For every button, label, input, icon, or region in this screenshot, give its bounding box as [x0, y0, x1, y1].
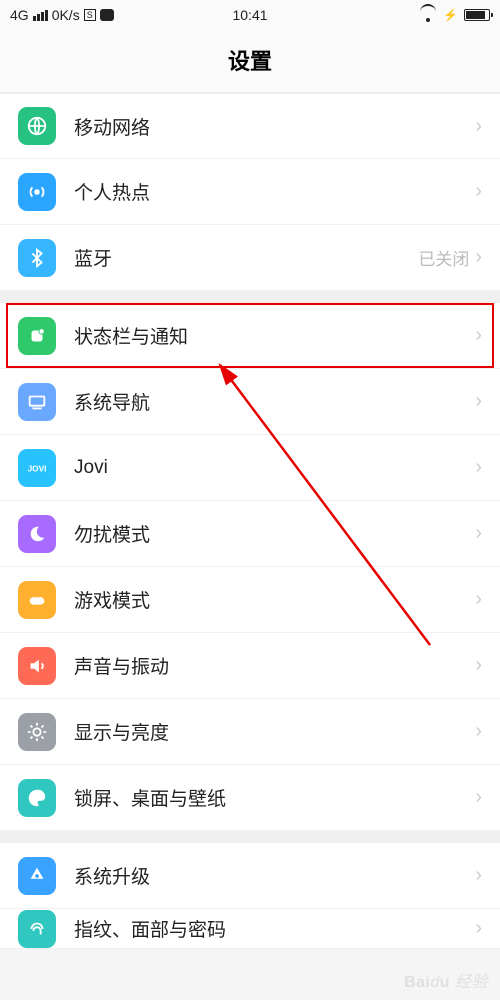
globe-icon — [18, 107, 56, 145]
speaker-icon — [18, 647, 56, 685]
brightness-icon — [18, 713, 56, 751]
chevron-right-icon: › — [475, 588, 482, 611]
nav-icon — [18, 383, 56, 421]
update-icon — [18, 857, 56, 895]
chevron-right-icon: › — [475, 246, 482, 269]
gamepad-icon — [18, 581, 56, 619]
message-icon — [100, 9, 114, 21]
jovi-icon: JOVI — [18, 449, 56, 487]
net-speed: 0K/s — [52, 7, 80, 23]
row-hotspot[interactable]: 个人热点 › — [0, 159, 500, 225]
row-label: 系统升级 — [74, 862, 475, 889]
row-label: 勿扰模式 — [74, 520, 475, 547]
status-bar: 4G 0K/s S 10:41 ⚡ — [0, 0, 500, 30]
sim-icon: S — [84, 9, 96, 21]
moon-icon — [18, 515, 56, 553]
row-label: 指纹、面部与密码 — [74, 915, 475, 942]
row-game-mode[interactable]: 游戏模式 › — [0, 567, 500, 633]
battery-charge-icon: ⚡ — [443, 8, 458, 22]
row-sound[interactable]: 声音与振动 › — [0, 633, 500, 699]
row-label: 声音与振动 — [74, 652, 475, 679]
group-separator — [0, 831, 500, 843]
chevron-right-icon: › — [475, 115, 482, 138]
palette-icon — [18, 779, 56, 817]
chevron-right-icon: › — [475, 864, 482, 887]
row-jovi[interactable]: JOVI Jovi › — [0, 435, 500, 501]
notification-icon — [18, 317, 56, 355]
row-label: 状态栏与通知 — [74, 322, 475, 349]
row-label: 锁屏、桌面与壁纸 — [74, 784, 475, 811]
wifi-icon — [419, 8, 437, 22]
bluetooth-icon — [18, 239, 56, 277]
row-fingerprint[interactable]: 指纹、面部与密码 › — [0, 909, 500, 949]
chevron-right-icon: › — [475, 180, 482, 203]
hotspot-icon — [18, 173, 56, 211]
page-title: 设置 — [0, 30, 500, 93]
row-label: 显示与亮度 — [74, 718, 475, 745]
chevron-right-icon: › — [475, 324, 482, 347]
row-system-nav[interactable]: 系统导航 › — [0, 369, 500, 435]
row-label: 系统导航 — [74, 388, 475, 415]
row-system-update[interactable]: 系统升级 › — [0, 843, 500, 909]
chevron-right-icon: › — [475, 522, 482, 545]
fingerprint-icon — [18, 910, 56, 948]
row-mobile-network[interactable]: 移动网络 › — [0, 93, 500, 159]
battery-icon — [464, 9, 490, 21]
watermark: Baidu Baidu 经验经验 — [404, 968, 488, 992]
network-type: 4G — [10, 7, 29, 23]
row-label: 个人热点 — [74, 178, 475, 205]
group-separator — [0, 291, 500, 303]
svg-text:JOVI: JOVI — [28, 464, 47, 473]
chevron-right-icon: › — [475, 654, 482, 677]
row-statusbar-notify[interactable]: 状态栏与通知 › — [0, 303, 500, 369]
row-label: 蓝牙 — [74, 244, 418, 271]
row-lock-wallpaper[interactable]: 锁屏、桌面与壁纸 › — [0, 765, 500, 831]
chevron-right-icon: › — [475, 786, 482, 809]
row-label: Jovi — [74, 457, 475, 479]
row-label: 移动网络 — [74, 113, 475, 140]
signal-icon — [33, 10, 48, 21]
chevron-right-icon: › — [475, 390, 482, 413]
chevron-right-icon: › — [475, 720, 482, 743]
row-label: 游戏模式 — [74, 586, 475, 613]
row-value: 已关闭 — [418, 245, 469, 270]
row-display[interactable]: 显示与亮度 › — [0, 699, 500, 765]
row-dnd[interactable]: 勿扰模式 › — [0, 501, 500, 567]
row-bluetooth[interactable]: 蓝牙 已关闭 › — [0, 225, 500, 291]
chevron-right-icon: › — [475, 456, 482, 479]
clock: 10:41 — [232, 7, 267, 23]
chevron-right-icon: › — [475, 917, 482, 940]
